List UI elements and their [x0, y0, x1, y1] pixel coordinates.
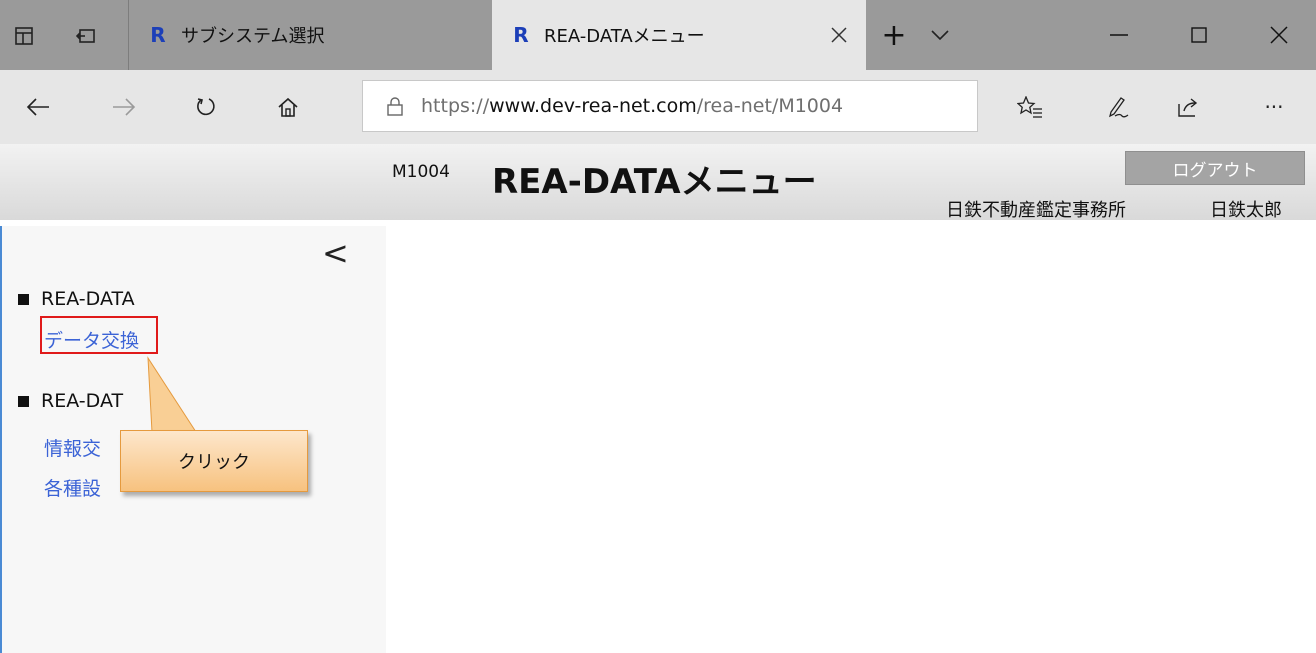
browser-window: R サブシステム選択 R REA-DATAメニュー + https://www.… [0, 0, 1316, 653]
click-callout: クリック [120, 430, 308, 492]
callout-pointer [147, 356, 197, 433]
callout-text: クリック [178, 452, 250, 473]
